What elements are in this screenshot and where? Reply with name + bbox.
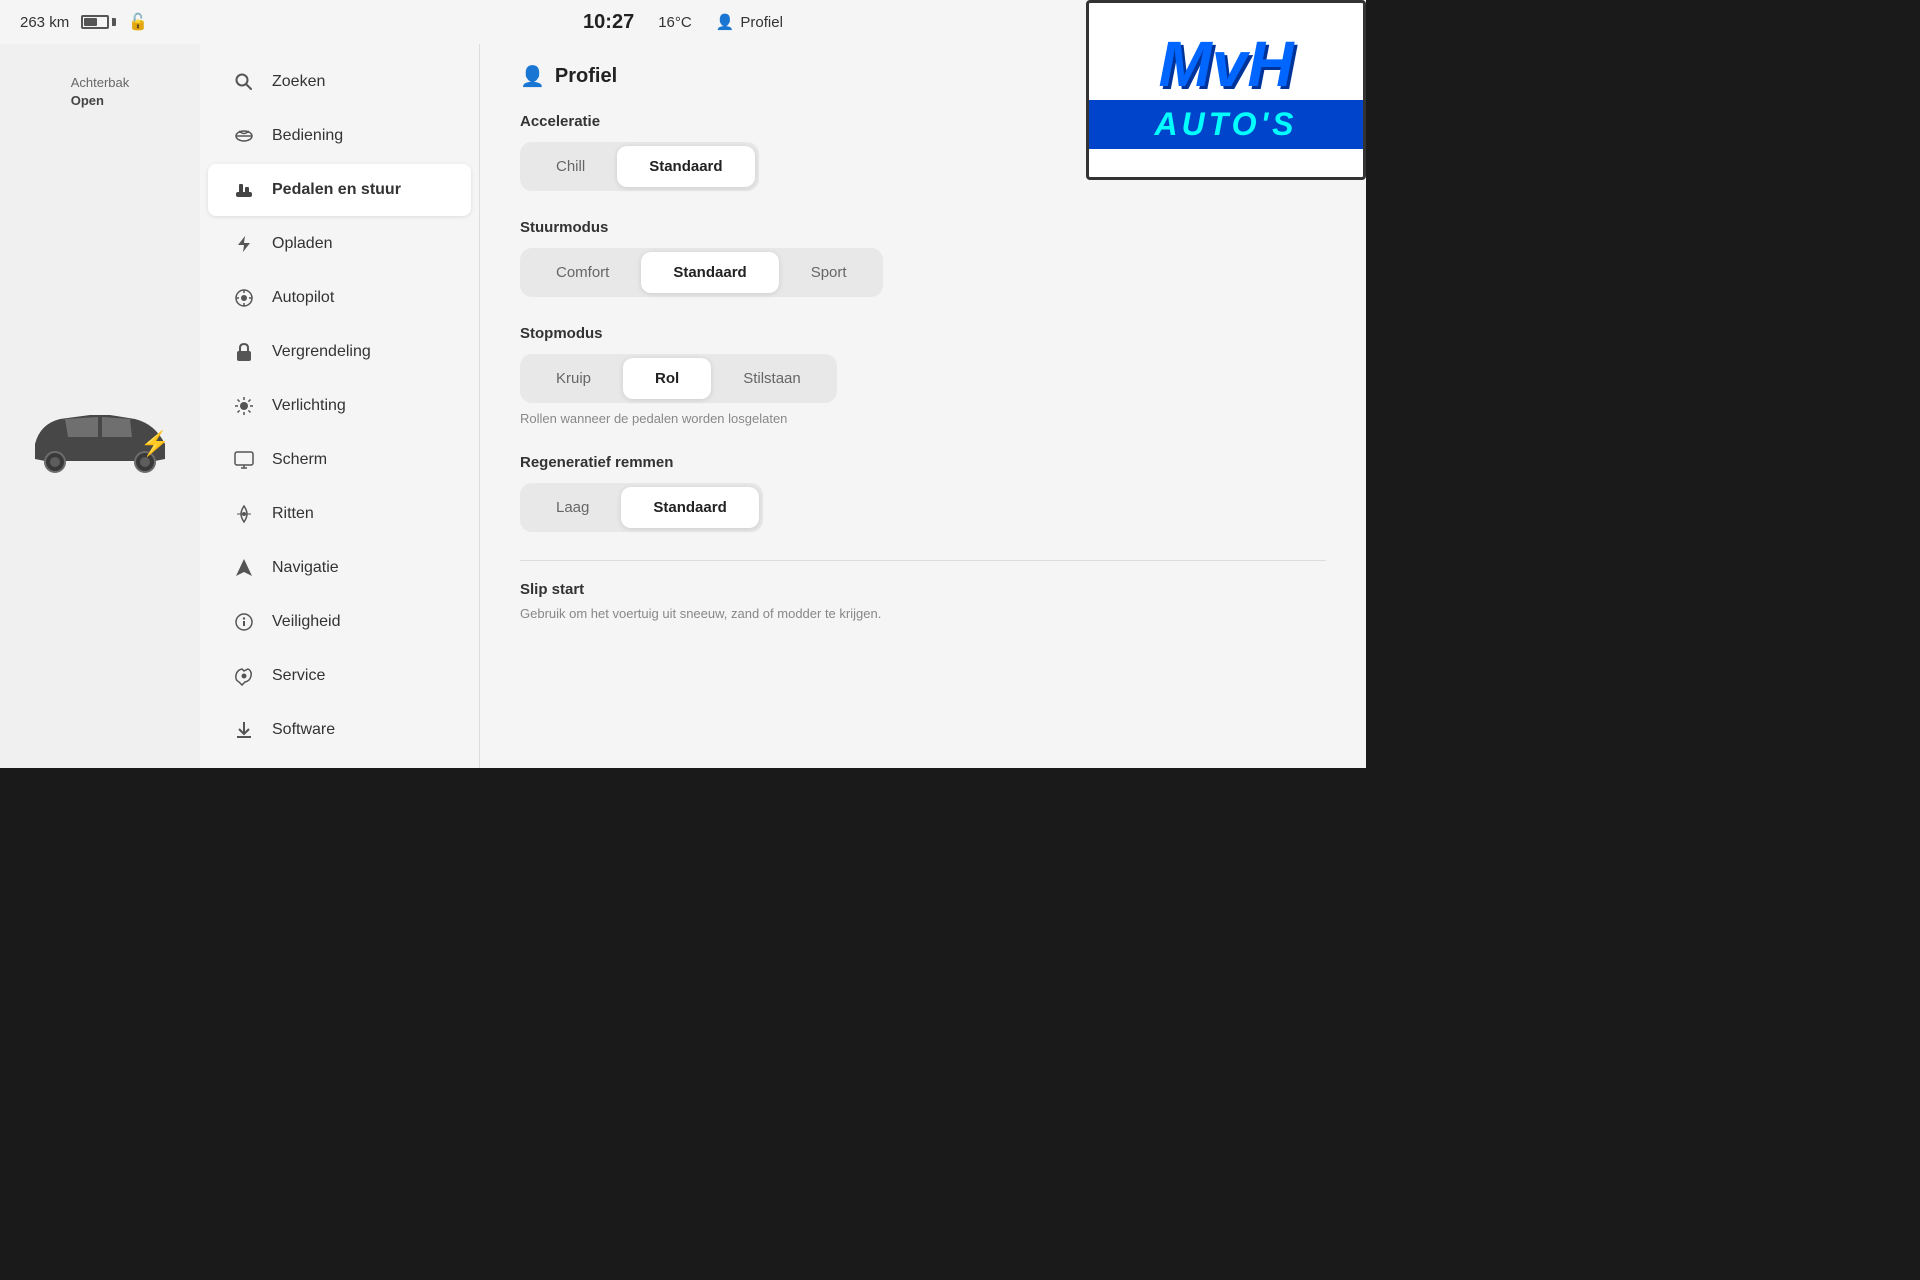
sidebar-item-bediening[interactable]: Bediening [208,110,471,162]
status-time: 10:27 [583,11,634,34]
sidebar-item-zoeken[interactable]: Zoeken [208,56,471,108]
lock-icon: 🔓 [128,12,148,32]
navigatie-icon [232,556,256,580]
lock-nav-icon [232,340,256,364]
sidebar-item-verlichting[interactable]: Verlichting [208,380,471,432]
mvh-logo-bottom-text: AUTO'S [1154,106,1297,142]
sidebar-label-pedalen: Pedalen en stuur [272,181,401,199]
car-status-label: Achterbak [71,74,130,92]
sidebar-item-navigatie[interactable]: Navigatie [208,542,471,594]
profile-nav-icon: 👤 [520,64,545,89]
battery-icon [81,15,116,29]
stuurmodus-sport-button[interactable]: Sport [779,252,879,293]
slipstart-title: Slip start [520,581,1326,598]
content-title-text: Profiel [555,65,617,88]
stopmodus-rol-button[interactable]: Rol [623,358,711,399]
sidebar-label-autopilot: Autopilot [272,289,334,307]
status-left: 263 km 🔓 [20,12,148,32]
autopilot-icon [232,286,256,310]
sidebar-label-zoeken: Zoeken [272,73,325,91]
sidebar-label-verlichting: Verlichting [272,397,346,415]
regeneratief-standaard-button[interactable]: Standaard [621,487,758,528]
sidebar-item-vergrendeling[interactable]: Vergrendeling [208,326,471,378]
sidebar-label-veiligheid: Veiligheid [272,613,341,631]
profile-label: Profiel [740,14,783,31]
sidebar-item-veiligheid[interactable]: Veiligheid [208,596,471,648]
mvh-logo: MvH AUTO'S [1086,0,1366,180]
stuurmodus-section: Stuurmodus Comfort Standaard Sport [520,219,1326,297]
acceleratie-button-group: Chill Standaard [520,142,759,191]
sidebar-label-ritten: Ritten [272,505,314,523]
sidebar-item-ritten[interactable]: Ritten [208,488,471,540]
scherm-icon [232,448,256,472]
status-center: 10:27 16°C 👤 Profiel [583,11,783,34]
stuurmodus-standaard-button[interactable]: Standaard [641,252,778,293]
lightning-badge: ⚡ [140,430,170,459]
sidebar-item-autopilot[interactable]: Autopilot [208,272,471,324]
sidebar-label-software: Software [272,721,335,739]
regeneratief-label: Regeneratief remmen [520,454,1326,471]
ritten-icon [232,502,256,526]
stuurmodus-button-group: Comfort Standaard Sport [520,248,883,297]
sidebar-label-navigatie: Navigatie [272,559,339,577]
stuurmodus-label: Stuurmodus [520,219,1326,236]
sidebar: Zoeken Bediening Pedalen en stuur [200,44,480,768]
sidebar-label-bediening: Bediening [272,127,343,145]
regeneratief-section: Regeneratief remmen Laag Standaard [520,454,1326,532]
bediening-icon [232,124,256,148]
slipstart-description: Gebruik om het voertuig uit sneeuw, zand… [520,604,1326,624]
sidebar-label-scherm: Scherm [272,451,327,469]
car-image-area: ⚡ [20,120,180,768]
sidebar-item-pedalen[interactable]: Pedalen en stuur [208,164,471,216]
mvh-logo-bottom: AUTO'S [1089,100,1363,149]
car-status: Achterbak Open [51,64,150,120]
acceleratie-chill-button[interactable]: Chill [524,146,617,187]
stopmodus-kruip-button[interactable]: Kruip [524,358,623,399]
car-panel: Achterbak Open ⚡ [0,44,200,768]
sidebar-item-software[interactable]: Software [208,704,471,756]
sidebar-item-scherm[interactable]: Scherm [208,434,471,486]
pedalen-icon [232,178,256,202]
stopmodus-description: Rollen wanneer de pedalen worden losgela… [520,411,1326,426]
profile-icon: 👤 [716,13,735,31]
car-status-value: Open [71,92,130,110]
stopmodus-label: Stopmodus [520,325,1326,342]
sidebar-label-vergrendeling: Vergrendeling [272,343,371,361]
stopmodus-stilstaan-button[interactable]: Stilstaan [711,358,833,399]
stopmodus-button-group: Kruip Rol Stilstaan [520,354,837,403]
slipstart-section: Slip start Gebruik om het voertuig uit s… [520,560,1326,624]
service-icon [232,664,256,688]
sidebar-label-opladen: Opladen [272,235,333,253]
acceleratie-standaard-button[interactable]: Standaard [617,146,754,187]
regeneratief-laag-button[interactable]: Laag [524,487,621,528]
mvh-logo-top: MvH [1158,32,1293,96]
stopmodus-section: Stopmodus Kruip Rol Stilstaan Rollen wan… [520,325,1326,426]
opladen-icon [232,232,256,256]
content-title: 👤 Profiel [520,64,617,89]
verlichting-icon [232,394,256,418]
search-icon [232,70,256,94]
regeneratief-button-group: Laag Standaard [520,483,763,532]
veiligheid-icon [232,610,256,634]
sidebar-item-opladen[interactable]: Opladen [208,218,471,270]
sidebar-label-service: Service [272,667,325,685]
software-icon [232,718,256,742]
stuurmodus-comfort-button[interactable]: Comfort [524,252,641,293]
status-temp: 16°C [658,14,692,31]
status-profile[interactable]: 👤 Profiel [716,13,783,31]
sidebar-item-service[interactable]: Service [208,650,471,702]
status-km: 263 km [20,14,69,31]
